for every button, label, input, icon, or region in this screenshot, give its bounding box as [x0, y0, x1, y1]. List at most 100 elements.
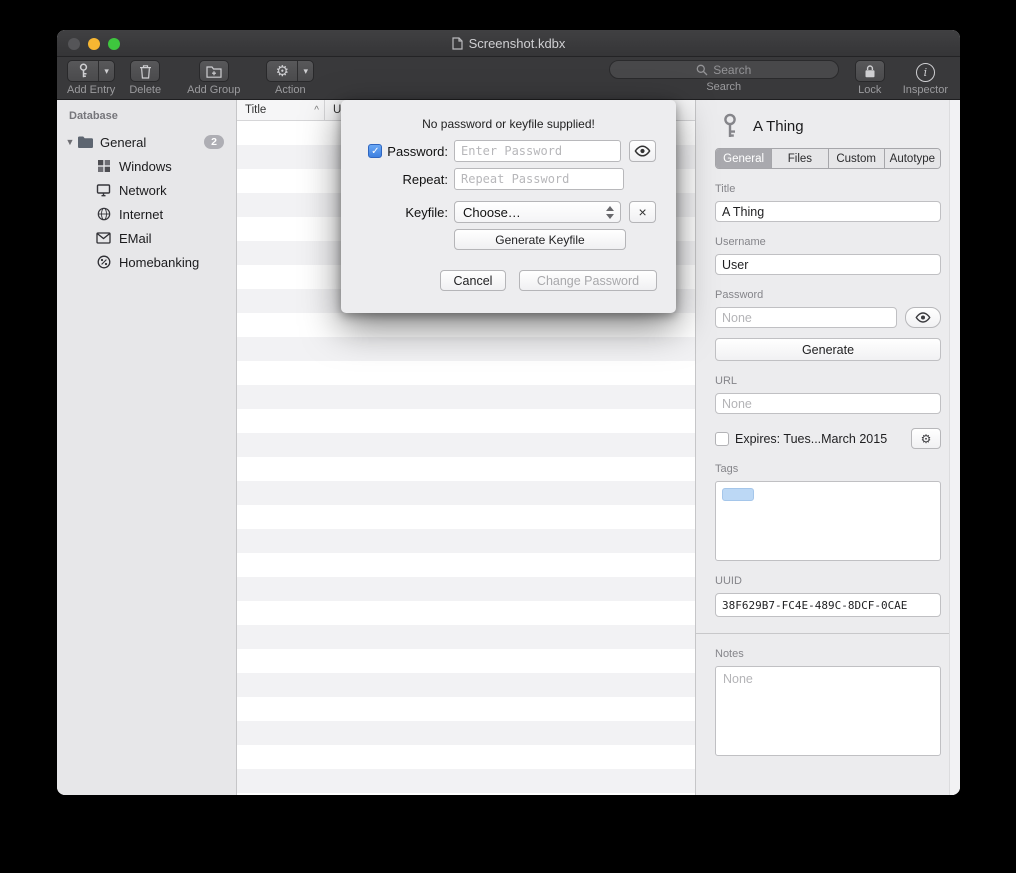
envelope-icon [95, 232, 112, 244]
password-field-label: Password [715, 289, 941, 301]
chevron-down-icon[interactable]: ▾ [99, 61, 114, 81]
expires-settings-button[interactable]: ⚙ [911, 428, 941, 449]
close-window-button[interactable] [68, 38, 80, 50]
zoom-window-button[interactable] [108, 38, 120, 50]
password-field[interactable] [715, 307, 897, 328]
sidebar-item-network[interactable]: Network [57, 178, 236, 202]
inspector-button[interactable]: i [916, 63, 935, 82]
check-icon: ✓ [371, 146, 379, 157]
lock-icon [864, 64, 876, 79]
tags-box[interactable] [715, 481, 941, 561]
entry-title-text: A Thing [753, 118, 804, 135]
uuid-field[interactable] [715, 593, 941, 617]
add-group-label: Add Group [187, 84, 240, 96]
inspector-tabs: General Files Custom Autotype [715, 148, 941, 169]
lock-label: Lock [858, 84, 881, 96]
search-icon [696, 64, 708, 76]
sidebar-item-label: Internet [119, 207, 163, 222]
tab-custom[interactable]: Custom [829, 149, 885, 168]
globe-icon [95, 207, 112, 221]
add-entry-button[interactable]: ▾ [67, 60, 115, 82]
enter-password-input[interactable] [454, 140, 621, 162]
tag-pill[interactable] [722, 488, 754, 501]
window-title: Screenshot.kdbx [452, 36, 566, 51]
password-row: ✓ Password: [361, 140, 656, 162]
notes-placeholder: None [723, 672, 753, 686]
sheet-message: No password or keyfile supplied! [341, 100, 676, 131]
search-label: Search [706, 81, 741, 93]
notes-field[interactable]: None [715, 666, 941, 756]
trash-icon [139, 64, 152, 79]
keyfile-row: Keyfile: Choose… × [361, 201, 656, 223]
uuid-label: UUID [715, 575, 941, 587]
expires-checkbox[interactable] [715, 432, 729, 446]
lock-group: Lock [855, 60, 885, 96]
keyfile-dropdown-value: Choose… [463, 205, 521, 220]
sort-asc-icon: ^ [314, 105, 319, 116]
clear-keyfile-button[interactable]: × [629, 201, 656, 223]
keyfile-dropdown[interactable]: Choose… [454, 201, 621, 223]
sidebar-item-windows[interactable]: Windows [57, 154, 236, 178]
disclosure-triangle-icon[interactable]: ▼ [63, 137, 77, 147]
inspector-toggle-group: i Inspector [903, 60, 948, 96]
tab-files[interactable]: Files [772, 149, 828, 168]
sidebar-item-label: Network [119, 183, 167, 198]
action-label: Action [275, 84, 306, 96]
action-button[interactable]: ⚙ ▾ [266, 60, 314, 82]
column-title-label: Title [245, 104, 266, 116]
change-password-sheet: No password or keyfile supplied! ✓ Passw… [341, 100, 676, 313]
password-checkbox[interactable]: ✓ [368, 144, 382, 158]
sheet-keyfile-label: Keyfile: [405, 205, 448, 220]
app-window: Screenshot.kdbx ▾ Add Entry Delete [57, 30, 960, 795]
cancel-button[interactable]: Cancel [440, 270, 506, 291]
url-field[interactable] [715, 393, 941, 414]
lock-button[interactable] [855, 60, 885, 82]
sheet-repeat-label: Repeat: [402, 172, 448, 187]
traffic-lights [68, 38, 120, 50]
add-group-group: Add Group [187, 60, 240, 96]
action-group: ⚙ ▾ Action [266, 60, 314, 96]
gear-icon: ⚙ [921, 432, 932, 446]
delete-button[interactable] [130, 60, 160, 82]
monitor-icon [95, 183, 112, 197]
repeat-password-input[interactable] [454, 168, 624, 190]
reveal-password-button[interactable] [905, 307, 941, 328]
close-x-icon: × [639, 204, 647, 220]
sidebar-header: Database [57, 106, 236, 130]
add-group-button[interactable] [199, 60, 229, 82]
key-icon [68, 61, 99, 81]
title-field[interactable] [715, 201, 941, 222]
generate-keyfile-button[interactable]: Generate Keyfile [454, 229, 626, 250]
windows-icon [95, 159, 112, 173]
sidebar-item-email[interactable]: EMail [57, 226, 236, 250]
generate-password-button[interactable]: Generate [715, 338, 941, 361]
add-entry-label: Add Entry [67, 84, 115, 96]
search-input[interactable]: Search [609, 60, 839, 79]
search-group: Search Search [609, 60, 839, 93]
folder-plus-icon [206, 65, 222, 78]
chevron-down-icon[interactable]: ▾ [298, 61, 313, 81]
minimize-window-button[interactable] [88, 38, 100, 50]
username-field[interactable] [715, 254, 941, 275]
titlebar: Screenshot.kdbx [57, 30, 960, 57]
reveal-sheet-password-button[interactable] [629, 140, 656, 162]
window-title-text: Screenshot.kdbx [469, 36, 566, 51]
change-password-button[interactable]: Change Password [519, 270, 657, 291]
column-header-title[interactable]: Title ^ [237, 100, 325, 120]
inspector-header: A Thing [715, 112, 941, 140]
toolbar: ▾ Add Entry Delete Add Group ⚙ ▾ [57, 57, 960, 100]
delete-group: Delete [129, 60, 161, 96]
notes-label: Notes [715, 648, 941, 660]
sidebar-group-general[interactable]: ▼ General 2 [57, 130, 236, 154]
gear-icon: ⚙ [267, 61, 298, 81]
inspector-label: Inspector [903, 84, 948, 96]
sidebar-item-label: Windows [119, 159, 172, 174]
sidebar-item-homebanking[interactable]: Homebanking [57, 250, 236, 274]
expires-row: Expires: Tues...March 2015 ⚙ [715, 428, 941, 449]
coin-percent-icon [95, 255, 112, 269]
search-placeholder: Search [713, 63, 751, 77]
tab-general[interactable]: General [716, 149, 772, 168]
sidebar-item-internet[interactable]: Internet [57, 202, 236, 226]
tab-autotype[interactable]: Autotype [885, 149, 940, 168]
inspector-scrollbar[interactable] [949, 100, 960, 795]
